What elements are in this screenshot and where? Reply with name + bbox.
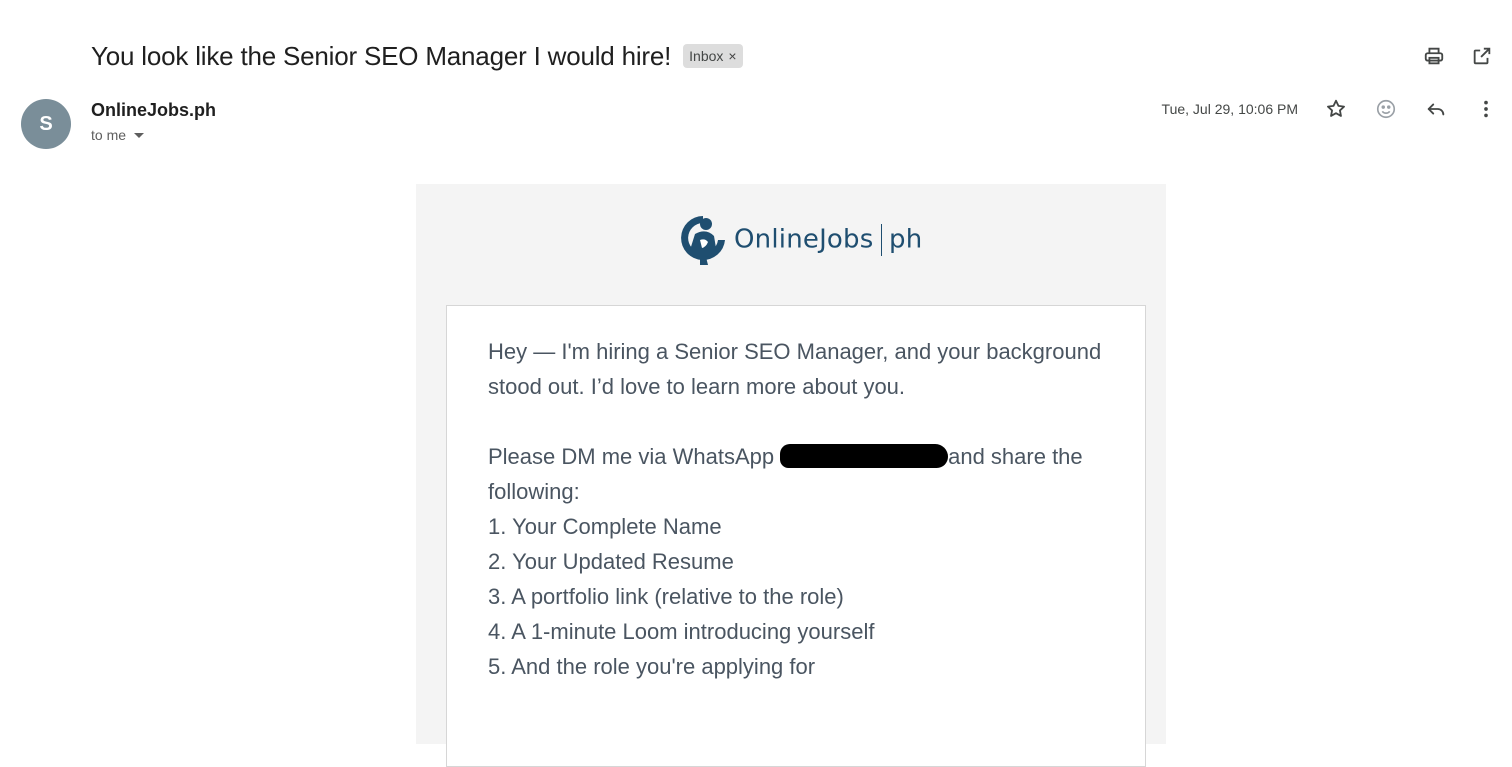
- top-actions: [1422, 44, 1494, 68]
- brand-logo[interactable]: OnlineJobs ph: [678, 212, 922, 268]
- sender-avatar[interactable]: S: [21, 99, 71, 149]
- list-item: 5. And the role you're applying for: [488, 654, 816, 679]
- list-item: 1. Your Complete Name: [488, 514, 722, 539]
- message-date: Tue, Jul 29, 10:06 PM: [1161, 101, 1298, 117]
- print-icon[interactable]: [1422, 44, 1446, 68]
- list-item: 4. A 1-minute Loom introducing yourself: [488, 619, 875, 644]
- chevron-down-icon[interactable]: [134, 132, 145, 138]
- remove-label-button[interactable]: ×: [728, 46, 736, 66]
- message-content: Hey — I'm hiring a Senior SEO Manager, a…: [488, 334, 1108, 684]
- more-vert-icon[interactable]: [1474, 97, 1498, 121]
- sender-name[interactable]: OnlineJobs.ph: [91, 100, 216, 121]
- open-in-new-window-icon[interactable]: [1470, 44, 1494, 68]
- recipient-text: to me: [91, 127, 127, 143]
- message-intro: Hey — I'm hiring a Senior SEO Manager, a…: [488, 339, 1102, 399]
- label-name: Inbox: [689, 48, 724, 64]
- list-item: 2. Your Updated Resume: [488, 549, 734, 574]
- emoji-icon[interactable]: [1374, 97, 1398, 121]
- brand-name: OnlineJobs ph: [734, 224, 923, 256]
- message-card: Hey — I'm hiring a Senior SEO Manager, a…: [446, 305, 1146, 767]
- request-list: 1. Your Complete Name 2. Your Updated Re…: [488, 509, 1108, 684]
- subject-row: You look like the Senior SEO Manager I w…: [91, 36, 743, 76]
- email-subject: You look like the Senior SEO Manager I w…: [91, 40, 672, 71]
- list-item: 3. A portfolio link (relative to the rol…: [488, 584, 844, 609]
- recipient-line: to me: [91, 127, 145, 143]
- message-meta: Tue, Jul 29, 10:06 PM: [1162, 97, 1498, 121]
- email-body: OnlineJobs ph Hey — I'm hiring a Senior S…: [416, 184, 1166, 767]
- star-icon[interactable]: [1324, 97, 1348, 121]
- reply-icon[interactable]: [1424, 97, 1448, 121]
- redacted-phone-number: [780, 444, 949, 468]
- inbox-label-chip[interactable]: Inbox ×: [683, 44, 743, 68]
- person-logo-icon: [681, 216, 725, 265]
- message-request: Please DM me via WhatsApp and share the f…: [488, 444, 1083, 504]
